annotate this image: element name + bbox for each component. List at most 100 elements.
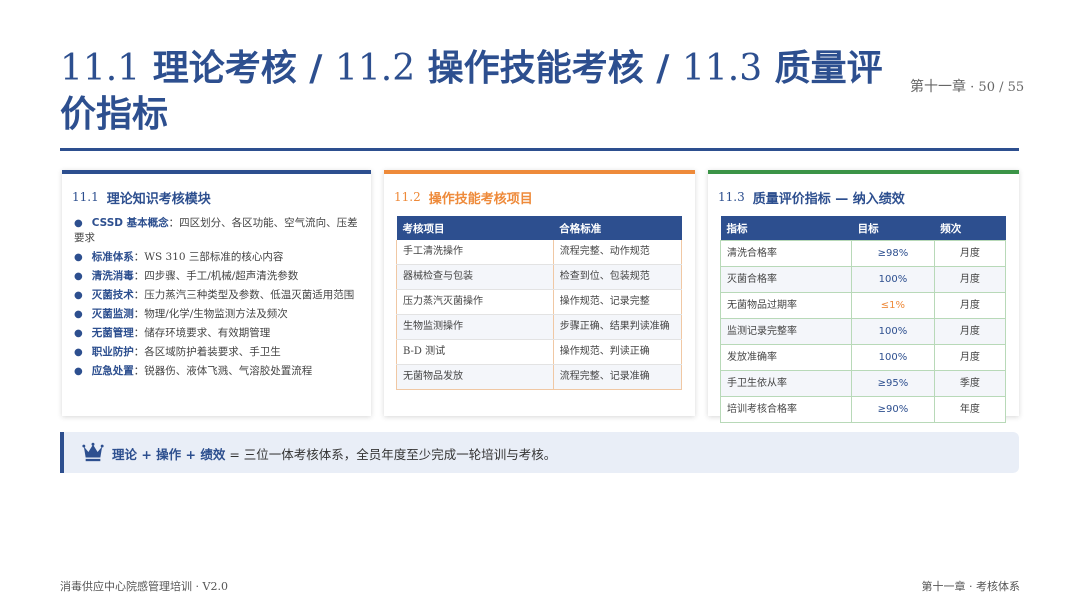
frequency-cell: 月度 bbox=[933, 292, 1007, 319]
table-row: 手卫生依从率 ≥95% 季度 bbox=[719, 370, 1007, 397]
crown-icon bbox=[82, 442, 104, 462]
list-item: ● 职业防护：各区域防护着装要求、手卫生 bbox=[74, 345, 358, 360]
frequency-cell: 月度 bbox=[933, 266, 1007, 293]
table-row: 无菌物品发放 流程完整、记录准确 bbox=[396, 364, 683, 390]
table-row: 手工清洗操作 流程完整、动作规范 bbox=[396, 240, 683, 265]
summary-banner: 理论 + 操作 + 绩效 = 三位一体考核体系，全员年度至少完成一轮培训与考核。 bbox=[60, 432, 1019, 473]
target-cell: ≤1% bbox=[851, 292, 935, 319]
target-cell: ≥95% bbox=[851, 370, 935, 397]
frequency-cell: 月度 bbox=[933, 318, 1007, 345]
table-cell: 操作规范、判读正确 bbox=[552, 339, 683, 365]
table-cell: 压力蒸汽灭菌操作 bbox=[396, 289, 554, 315]
theory-card-title: 理论知识考核模块 bbox=[106, 192, 211, 207]
quality-card-header: 11.3 质量评价指标 — 纳入绩效 bbox=[718, 188, 1009, 207]
frequency-cell: 月度 bbox=[933, 344, 1007, 371]
table-row: 生物监测操作 步骤正确、结果判读准确 bbox=[396, 314, 683, 340]
title-text-2: 操作技能考核 bbox=[427, 48, 644, 89]
item-colon: ： bbox=[133, 289, 145, 301]
table-cell: 培训考核合格率 bbox=[719, 396, 853, 423]
table-row: 灭菌合格率 100% 月度 bbox=[719, 266, 1007, 293]
list-item: ● 清洗消毒：四步骤、手工/机械/超声清洗参数 bbox=[74, 269, 358, 284]
frequency-cell: 年度 bbox=[933, 396, 1007, 423]
title-sep-2: / bbox=[656, 48, 670, 89]
footer-right: 第十一章 · 考核体系 bbox=[921, 580, 1021, 593]
item-term: 应急处置 bbox=[91, 365, 134, 377]
quality-section-num: 11.3 bbox=[718, 190, 745, 204]
table-row: 监测记录完整率 100% 月度 bbox=[719, 318, 1007, 345]
table-cell: 无菌物品过期率 bbox=[719, 292, 853, 319]
target-cell: ≥98% bbox=[851, 240, 935, 267]
frequency-cell: 季度 bbox=[933, 370, 1007, 397]
table-cell: 步骤正确、结果判读准确 bbox=[552, 314, 683, 340]
item-term: CSSD 基本概念 bbox=[91, 217, 169, 229]
column-header: 考核项目 bbox=[396, 216, 554, 240]
theory-list: ● CSSD 基本概念：四区划分、各区功能、空气流向、压差要求 ● 标准体系：WS … bbox=[74, 216, 358, 383]
page-total: 55 bbox=[1007, 80, 1025, 95]
title-sep-1: / bbox=[309, 48, 323, 89]
page-indicator: 第十一章 · 50 / 55 bbox=[910, 76, 1024, 96]
bullet-icon: ● bbox=[74, 309, 83, 320]
list-item: ● CSSD 基本概念：四区划分、各区功能、空气流向、压差要求 bbox=[74, 216, 358, 246]
frequency-cell: 月度 bbox=[933, 240, 1007, 267]
bullet-icon: ● bbox=[74, 366, 83, 377]
column-header: 指标 bbox=[720, 216, 852, 241]
item-desc: 锐器伤、液体飞溅、气溶胶处置流程 bbox=[144, 365, 313, 377]
item-desc: WS 310 三部标准的核心内容 bbox=[144, 251, 284, 263]
bullet-icon: ● bbox=[74, 328, 83, 339]
bullet-icon: ● bbox=[74, 218, 83, 229]
quality-card-title: 质量评价指标 — 纳入绩效 bbox=[752, 192, 905, 207]
footer-course-title: 消毒供应中心院感管理培训 bbox=[60, 580, 192, 593]
target-cell: 100% bbox=[851, 266, 935, 293]
title-num-3: 11.3 bbox=[681, 48, 763, 89]
target-cell: 100% bbox=[851, 344, 935, 371]
table-cell: 监测记录完整率 bbox=[719, 318, 853, 345]
quality-table: 指标 目标 频次 清洗合格率 ≥98% 月度 灭菌合格率 100% 月度 无菌物品过期率… bbox=[719, 216, 1007, 423]
table-cell: 手卫生依从率 bbox=[719, 370, 853, 397]
page-title: 11.1 理论考核 / 11.2 操作技能考核 / 11.3 质量评价指标 bbox=[60, 46, 890, 138]
title-num-2: 11.2 bbox=[334, 48, 416, 89]
table-cell: 操作规范、记录完整 bbox=[552, 289, 683, 315]
table-row: 器械检查与包装 检查到位、包装规范 bbox=[396, 264, 683, 290]
footer-version: V2.0 bbox=[202, 580, 228, 593]
title-text-1: 理论考核 bbox=[152, 48, 297, 89]
table-row: 发放准确率 100% 月度 bbox=[719, 344, 1007, 371]
item-desc: 储存环境要求、有效期管理 bbox=[144, 327, 271, 339]
table-cell: 器械检查与包装 bbox=[396, 264, 554, 290]
column-header: 合格标准 bbox=[553, 216, 682, 240]
title-divider bbox=[60, 148, 1019, 151]
item-colon: ： bbox=[133, 308, 145, 320]
item-desc: 压力蒸汽三种类型及参数、低温灭菌适用范围 bbox=[144, 289, 355, 301]
item-colon: ： bbox=[133, 365, 145, 377]
table-row: 培训考核合格率 ≥90% 年度 bbox=[719, 396, 1007, 423]
summary-highlight: 理论 + 操作 + 绩效 bbox=[112, 447, 226, 462]
skills-table: 考核项目 合格标准 手工清洗操作 流程完整、动作规范 器械检查与包装 检查到位、包装… bbox=[396, 216, 683, 390]
list-item: ● 应急处置：锐器伤、液体飞溅、气溶胶处置流程 bbox=[74, 364, 358, 379]
table-row: 压力蒸汽灭菌操作 操作规范、记录完整 bbox=[396, 289, 683, 315]
bullet-icon: ● bbox=[74, 252, 83, 263]
list-item: ● 无菌管理：储存环境要求、有效期管理 bbox=[74, 326, 358, 341]
item-term: 清洗消毒 bbox=[91, 270, 134, 282]
item-term: 灭菌技术 bbox=[91, 289, 134, 301]
item-term: 职业防护 bbox=[91, 346, 134, 358]
target-cell: ≥90% bbox=[851, 396, 935, 423]
item-desc: 四步骤、手工/机械/超声清洗参数 bbox=[144, 270, 299, 282]
list-item: ● 灭菌监测：物理/化学/生物监测方法及频次 bbox=[74, 307, 358, 322]
summary-body: = 三位一体考核体系，全员年度至少完成一轮培训与考核。 bbox=[225, 447, 557, 462]
theory-card: 11.1 理论知识考核模块 ● CSSD 基本概念：四区划分、各区功能、空气流向、压… bbox=[62, 170, 371, 416]
table-header-row: 指标 目标 频次 bbox=[720, 216, 1006, 241]
skills-card-header: 11.2 操作技能考核项目 bbox=[394, 188, 685, 207]
item-desc: 物理/化学/生物监测方法及频次 bbox=[144, 308, 288, 320]
item-colon: ： bbox=[168, 217, 180, 229]
item-term: 灭菌监测 bbox=[91, 308, 134, 320]
table-row: 无菌物品过期率 ≤1% 月度 bbox=[719, 292, 1007, 319]
skills-card-title: 操作技能考核项目 bbox=[428, 192, 533, 207]
quality-card: 11.3 质量评价指标 — 纳入绩效 指标 目标 频次 清洗合格率 ≥98% 月度 灭… bbox=[708, 170, 1019, 423]
title-num-1: 11.1 bbox=[60, 48, 141, 89]
chapter-label: 第十一章 bbox=[910, 79, 966, 95]
pager-dot: · bbox=[970, 80, 975, 95]
footer-dot: · bbox=[195, 580, 200, 593]
bullet-icon: ● bbox=[74, 290, 83, 301]
column-header: 目标 bbox=[851, 216, 935, 241]
item-desc: 各区域防护着装要求、手卫生 bbox=[144, 346, 281, 358]
theory-card-header: 11.1 理论知识考核模块 bbox=[72, 188, 361, 207]
